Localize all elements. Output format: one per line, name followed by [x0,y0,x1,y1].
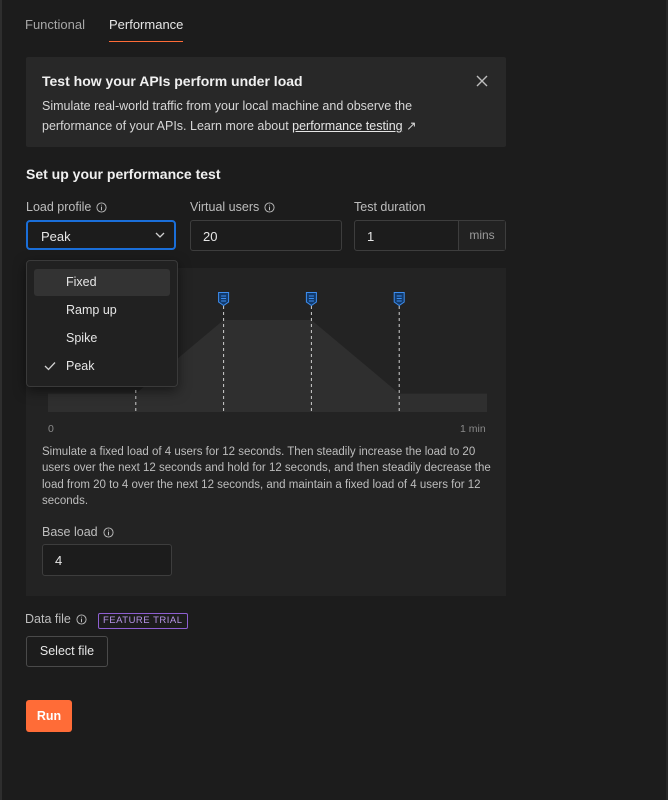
dropdown-option-label: Fixed [66,275,97,289]
virtual-users-value: 20 [203,229,218,244]
setup-section-title: Set up your performance test [26,166,221,182]
virtual-users-label-text: Virtual users [190,200,260,214]
info-icon[interactable] [264,201,275,213]
dropdown-option-label: Peak [66,359,95,373]
duration-unit-suffix: mins [458,221,505,250]
feature-trial-badge: FEATURE TRIAL [98,613,188,629]
info-banner: Test how your APIs perform under load Si… [26,57,506,147]
load-profile-label: Load profile [26,200,107,214]
load-profile-description: Simulate a fixed load of 4 users for 12 … [42,446,491,507]
chevron-down-icon [155,232,165,238]
x-axis-start-label: 0 [48,423,54,435]
dropdown-option-ramp-up[interactable]: Ramp up [34,297,170,324]
data-file-label: Data file [25,612,87,626]
dropdown-option-label: Spike [66,331,98,345]
dropdown-option-fixed[interactable]: Fixed [34,269,170,296]
virtual-users-label: Virtual users [190,200,275,214]
run-button[interactable]: Run [26,700,72,732]
phase-handle-icon[interactable] [393,292,405,307]
base-load-input[interactable]: 4 [42,544,172,576]
base-load-value: 4 [55,553,63,568]
tab-functional[interactable]: Functional [25,0,85,41]
test-duration-label: Test duration [354,200,426,214]
select-file-button[interactable]: Select file [26,636,108,667]
external-link-arrow-icon: ↗ [406,119,417,133]
phase-handle-icon[interactable] [305,292,317,307]
info-icon[interactable] [103,526,114,538]
tab-performance[interactable]: Performance [108,0,184,42]
phase-handle-icon[interactable] [218,292,230,307]
info-icon[interactable] [76,613,87,625]
test-duration-value: 1 [367,229,375,244]
tab-bar: Functional Performance [25,0,207,42]
x-axis-end-label: 1 min [460,423,486,435]
dropdown-option-label: Ramp up [66,303,117,317]
banner-text: Simulate real-world traffic from your lo… [42,96,462,136]
load-profile-select[interactable]: Peak [26,220,176,250]
test-duration-input[interactable]: 1 mins [354,220,506,251]
load-profile-dropdown: Fixed Ramp up Spike Peak [26,260,178,387]
checkmark-icon [44,362,56,371]
dropdown-option-peak[interactable]: Peak [34,353,170,380]
performance-testing-link[interactable]: performance testing [292,119,402,133]
virtual-users-input[interactable]: 20 [190,220,342,251]
base-load-label-text: Base load [42,525,98,539]
load-profile-value: Peak [41,229,71,244]
base-load-label: Base load [42,525,114,539]
load-profile-label-text: Load profile [26,200,92,214]
banner-title: Test how your APIs perform under load [42,73,303,89]
info-icon[interactable] [96,201,107,213]
dropdown-option-spike[interactable]: Spike [34,325,170,352]
left-panel-border [0,0,2,800]
close-icon[interactable] [474,73,490,89]
data-file-label-text: Data file [25,612,71,626]
test-duration-label-text: Test duration [354,200,426,214]
